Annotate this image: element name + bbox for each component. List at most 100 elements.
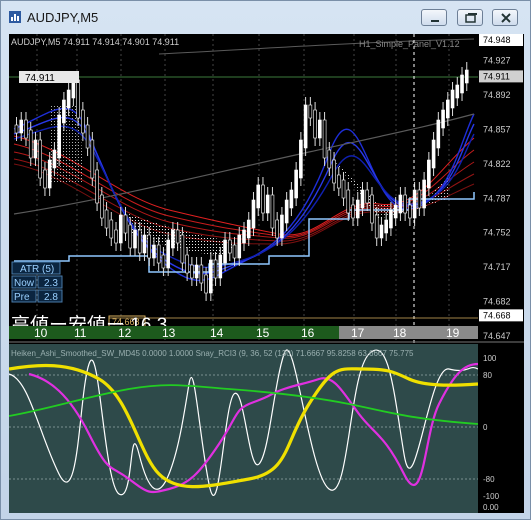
candle-body — [232, 244, 237, 259]
candle-body — [123, 214, 128, 234]
candle-body — [408, 204, 412, 219]
candle-body — [28, 129, 33, 159]
candle-body — [128, 224, 133, 249]
candle-body — [431, 139, 436, 169]
candle-body — [33, 139, 38, 159]
price-tick-label: 74.752 — [483, 228, 511, 238]
candle-body — [95, 169, 99, 204]
candle-body — [38, 139, 42, 179]
time-label: 10 — [34, 326, 48, 340]
price-tick-label: 74.668 — [483, 310, 511, 320]
candle-body — [137, 229, 142, 254]
candle-body — [455, 84, 460, 99]
price-tick-label: 74.892 — [483, 90, 511, 100]
osc-scale-bottom: 0.00 — [483, 503, 499, 512]
osc-tick-minus-100: -100 — [483, 492, 500, 501]
candle-body — [14, 124, 19, 134]
minimize-icon — [431, 20, 439, 22]
time-label: 19 — [446, 326, 460, 340]
candle-body — [261, 184, 265, 214]
candle-body — [118, 214, 123, 244]
indicator-label: H1_Simple_Panel_V1.12 — [359, 39, 460, 49]
candle-body — [43, 169, 47, 189]
candle-body — [90, 139, 95, 179]
price-tick-label: 74.857 — [483, 124, 511, 134]
candle-body — [180, 234, 185, 264]
candle-body — [114, 229, 118, 244]
candle-body — [308, 104, 313, 119]
atr-pre-label: Pre — [14, 292, 30, 303]
oscillator-title: Heiken_Ashi_Smoothed_SW_MD45 0.0000 1.00… — [11, 349, 414, 358]
atr-now-value: 2.3 — [44, 278, 58, 289]
atr-pre-value: 2.8 — [44, 292, 58, 303]
price-label: 74.911 — [25, 73, 55, 84]
candle-body — [275, 219, 279, 239]
candle-body — [223, 239, 227, 264]
candle-body — [313, 109, 317, 139]
candle-body — [227, 239, 232, 254]
candle-body — [379, 224, 384, 239]
candle-body — [76, 79, 80, 119]
candle-body — [322, 119, 327, 159]
candle-body — [460, 74, 464, 94]
price-tick-label: 74.647 — [483, 331, 511, 341]
candle-body — [265, 194, 270, 214]
candle-body — [389, 209, 393, 229]
candle-body — [109, 219, 114, 239]
candle-body — [270, 194, 275, 229]
candle-body — [341, 179, 346, 199]
candle-body — [299, 139, 303, 179]
candle-body — [24, 119, 28, 139]
minimize-button[interactable] — [421, 9, 447, 26]
price-tick-label: 74.948 — [483, 35, 511, 45]
candle-body — [450, 89, 455, 109]
candle-body — [403, 194, 407, 214]
price-tick-label: 74.787 — [483, 193, 511, 203]
candle-body — [185, 254, 189, 274]
candle-body — [365, 189, 370, 204]
candle-body — [104, 209, 109, 229]
candle-body — [336, 174, 341, 189]
chart-window-icon — [9, 11, 21, 23]
candle-body — [256, 184, 261, 209]
candle-body — [19, 119, 24, 134]
candle-body — [175, 229, 180, 244]
candle-body — [318, 119, 322, 139]
candle-body — [190, 264, 194, 279]
candle-body — [446, 99, 450, 119]
candle-body — [194, 264, 199, 279]
candle-body — [57, 114, 61, 159]
candle-body — [384, 219, 388, 234]
price-tick-label: 74.822 — [483, 159, 511, 169]
candle-body — [284, 199, 289, 224]
price-tick-label: 74.717 — [483, 262, 511, 272]
price-tick-label: 74.911 — [483, 71, 510, 81]
candle-body — [436, 119, 441, 149]
chart-area[interactable]: AUDJPY,M5 74.911 74.914 74.901 74.911 H1… — [9, 34, 524, 513]
candle-body — [422, 179, 426, 209]
close-button[interactable] — [492, 9, 518, 26]
title-bar[interactable]: AUDJPY,M5 — [1, 1, 530, 33]
osc-tick-minus-80: -80 — [483, 475, 495, 484]
candle-body — [142, 234, 147, 254]
candle-body — [327, 149, 332, 169]
candle-body — [398, 194, 403, 214]
candle-body — [209, 259, 213, 294]
osc-tick-0: 0 — [483, 423, 488, 432]
symbol-header: AUDJPY,M5 74.911 74.914 74.901 74.911 — [11, 37, 179, 47]
candle-body — [213, 259, 218, 279]
candle-body — [47, 159, 52, 189]
candle-body — [360, 189, 365, 209]
candle-body — [66, 89, 71, 109]
candle-body — [393, 204, 398, 219]
osc-tick-80: 80 — [483, 371, 492, 380]
osc-tick-100: 100 — [483, 354, 497, 363]
candle-body — [171, 229, 175, 249]
candle-body — [85, 124, 90, 149]
candle-body — [161, 254, 166, 269]
candle-body — [441, 109, 445, 129]
close-icon — [501, 13, 511, 23]
restore-button[interactable] — [457, 9, 483, 26]
candle-body — [294, 169, 298, 199]
time-label: 13 — [162, 326, 176, 340]
